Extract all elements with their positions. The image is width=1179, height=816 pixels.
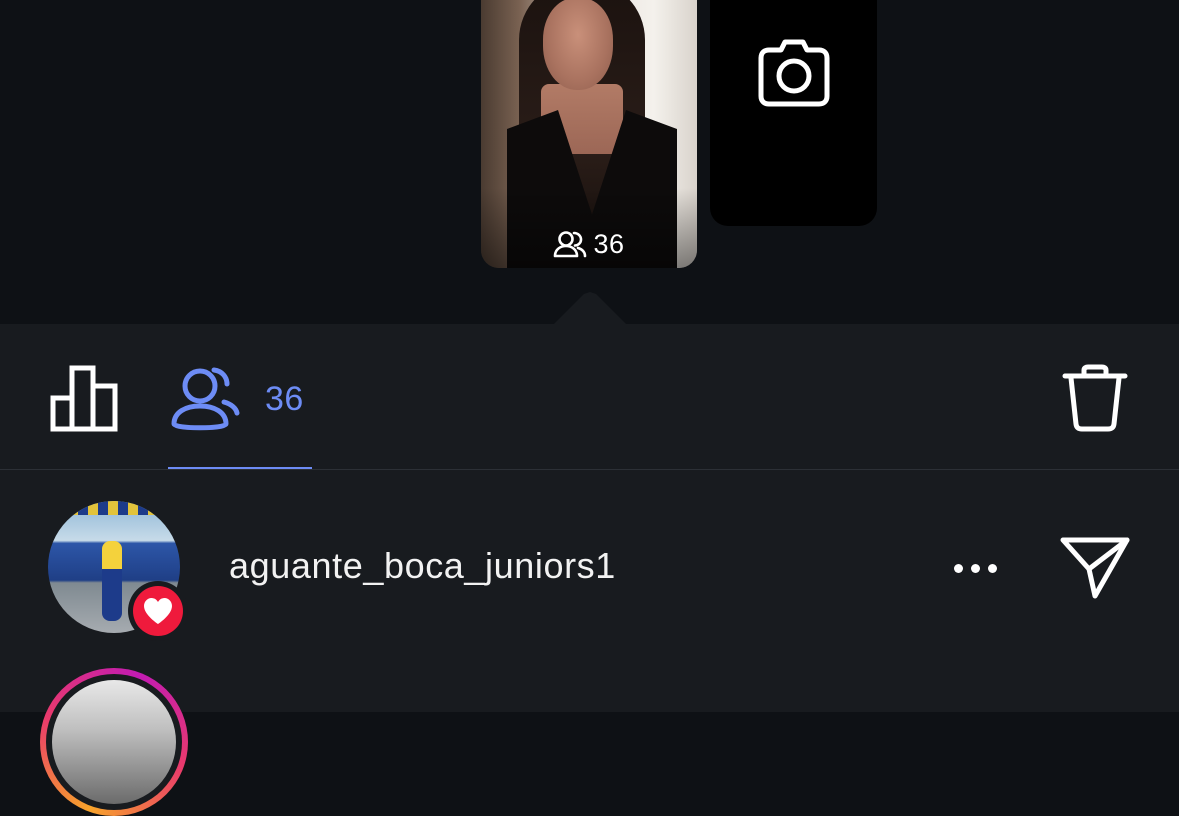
- story-thumbnail[interactable]: 36: [481, 0, 697, 268]
- more-icon-dot: [987, 563, 997, 573]
- stories-strip: 36: [0, 0, 1179, 326]
- tab-viewers[interactable]: 36: [168, 324, 312, 469]
- heart-icon: [144, 598, 172, 624]
- avatar-photo-person: [102, 541, 122, 621]
- viewer-tabs: 36: [0, 324, 1179, 470]
- story-viewers-panel: 36 aguante_boca_juniors1: [0, 324, 1179, 816]
- delete-story-button[interactable]: [1062, 364, 1128, 437]
- reaction-badge-circle: [133, 586, 183, 636]
- add-story-camera-tile[interactable]: [710, 0, 877, 226]
- avatar-story-ring[interactable]: [40, 668, 188, 816]
- people-icon: [554, 230, 587, 257]
- viewers-count: 36: [265, 380, 304, 418]
- viewer-username[interactable]: aguante_boca_juniors1: [229, 545, 616, 587]
- active-tab-underline: [168, 467, 312, 469]
- story-viewer-count-number: 36: [593, 229, 625, 259]
- avatar-photo-stripe: [48, 501, 180, 515]
- more-icon-dot: [970, 563, 980, 573]
- avatar[interactable]: [52, 680, 176, 804]
- story-viewer-count: 36: [481, 229, 697, 260]
- send-icon: [1060, 537, 1130, 599]
- people-icon: [171, 367, 240, 431]
- reaction-badge: [128, 581, 188, 641]
- camera-icon: [758, 39, 829, 107]
- more-options-button[interactable]: [945, 556, 1005, 580]
- viewer-row[interactable]: aguante_boca_juniors1: [0, 501, 1179, 641]
- trash-icon: [1062, 364, 1128, 432]
- send-message-button[interactable]: [1058, 535, 1132, 606]
- selected-story-pointer: [552, 292, 628, 326]
- tab-insights[interactable]: [50, 364, 118, 437]
- bar-chart-icon: [50, 365, 118, 432]
- story-photo-face: [543, 0, 613, 90]
- more-icon-dot: [953, 563, 963, 573]
